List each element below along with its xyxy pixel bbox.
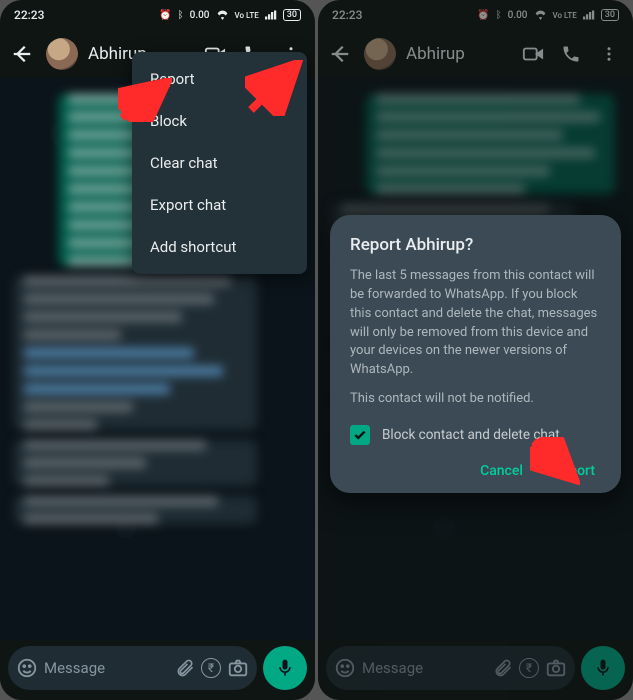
attach-icon[interactable]	[493, 658, 513, 678]
message-out[interactable]	[366, 94, 615, 194]
phone-left: 22:23 ⏰ ᛒ 0.00 Vo LTE 30 Abhirup	[0, 0, 315, 700]
menu-add-shortcut[interactable]: Add shortcut	[132, 226, 307, 268]
wifi-icon	[216, 10, 229, 20]
dialog-body-2: This contact will not be notified.	[350, 390, 601, 409]
menu-export-chat[interactable]: Export chat	[132, 184, 307, 226]
battery-icon: 30	[601, 9, 619, 21]
contact-name[interactable]: Abhirup	[406, 44, 509, 64]
message-input-row: Message ₹	[0, 640, 315, 700]
rupee-icon[interactable]: ₹	[519, 658, 539, 678]
input-placeholder: Message	[44, 659, 169, 677]
menu-block[interactable]: Block	[132, 100, 307, 142]
rupee-icon[interactable]: ₹	[201, 658, 221, 678]
overflow-menu: Report Block Clear chat Export chat Add …	[132, 52, 307, 274]
back-button[interactable]	[8, 40, 36, 68]
mic-button[interactable]	[581, 646, 625, 690]
message-input-row: Message ₹	[318, 640, 633, 700]
input-placeholder: Message	[362, 659, 487, 677]
checkbox-label: Block contact and delete chat	[382, 427, 560, 443]
battery-icon: 30	[283, 9, 301, 21]
mic-button[interactable]	[263, 646, 307, 690]
message-in[interactable]	[14, 276, 257, 430]
emoji-icon[interactable]	[334, 657, 356, 679]
back-button[interactable]	[326, 40, 354, 68]
phone-right: 22:23 ⏰ ᛒ 0.00 Vo LTE 30 Abhirup	[318, 0, 633, 700]
dialog-body: The last 5 messages from this contact wi…	[350, 267, 601, 380]
camera-icon[interactable]	[227, 657, 249, 679]
dialog-checkbox-row[interactable]: Block contact and delete chat	[350, 425, 601, 445]
alarm-icon: ⏰	[159, 10, 171, 21]
signal-icon	[583, 10, 595, 20]
status-indicators: ⏰ ᛒ 0.00 Vo LTE 30	[159, 9, 301, 21]
report-button[interactable]: Report	[553, 463, 595, 479]
bluetooth-icon: ᛒ	[496, 10, 502, 21]
menu-report[interactable]: Report	[132, 58, 307, 100]
checkbox-icon[interactable]	[350, 425, 370, 445]
dialog-title: Report Abhirup?	[350, 235, 601, 255]
overflow-button[interactable]	[595, 40, 623, 68]
attach-icon[interactable]	[175, 658, 195, 678]
message-in[interactable]	[14, 440, 257, 486]
sim-label: Vo LTE	[553, 11, 577, 20]
bluetooth-icon: ᛒ	[178, 10, 184, 21]
voice-call-button[interactable]	[557, 40, 585, 68]
wifi-icon	[534, 10, 547, 20]
net-speed: 0.00	[508, 10, 528, 21]
status-indicators: ⏰ ᛒ 0.00 Vo LTE 30	[477, 9, 619, 21]
message-input[interactable]: Message ₹	[326, 646, 575, 690]
menu-clear-chat[interactable]: Clear chat	[132, 142, 307, 184]
message-input[interactable]: Message ₹	[8, 646, 257, 690]
report-dialog: Report Abhirup? The last 5 messages from…	[330, 215, 621, 493]
avatar[interactable]	[364, 38, 396, 70]
avatar[interactable]	[46, 38, 78, 70]
sim-label: Vo LTE	[235, 11, 259, 20]
camera-icon[interactable]	[545, 657, 567, 679]
message-in[interactable]	[14, 496, 257, 524]
alarm-icon: ⏰	[477, 10, 489, 21]
status-bar: 22:23 ⏰ ᛒ 0.00 Vo LTE 30	[318, 0, 633, 30]
chat-header: Abhirup	[318, 30, 633, 78]
net-speed: 0.00	[190, 10, 210, 21]
signal-icon	[265, 10, 277, 20]
status-time: 22:23	[14, 8, 44, 22]
emoji-icon[interactable]	[16, 657, 38, 679]
cancel-button[interactable]: Cancel	[480, 463, 523, 479]
video-call-button[interactable]	[519, 40, 547, 68]
dialog-actions: Cancel Report	[350, 463, 601, 479]
status-bar: 22:23 ⏰ ᛒ 0.00 Vo LTE 30	[0, 0, 315, 30]
status-time: 22:23	[332, 8, 362, 22]
